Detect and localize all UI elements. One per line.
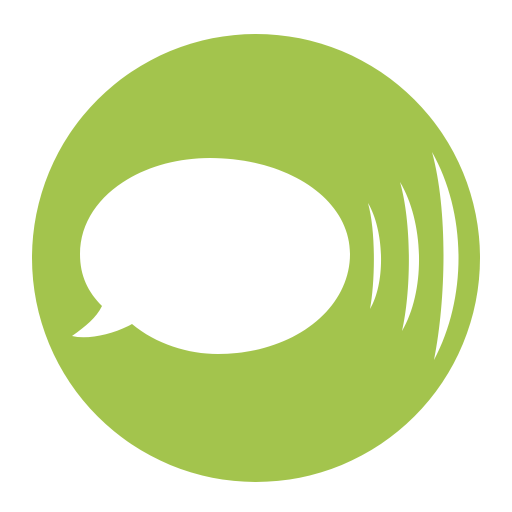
speech-bubble-sound-icon — [32, 34, 480, 482]
app-icon — [0, 0, 512, 512]
